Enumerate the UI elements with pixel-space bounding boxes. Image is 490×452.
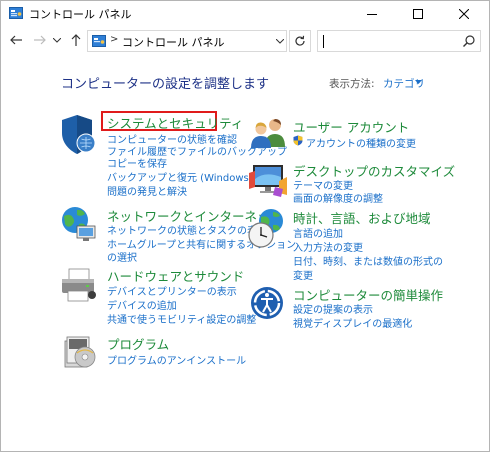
control-panel-icon (9, 7, 23, 19)
link-add-device[interactable]: デバイスの追加 (107, 297, 177, 312)
back-button[interactable] (7, 31, 25, 49)
chevron-down-icon (53, 37, 61, 43)
uac-shield-icon (293, 135, 303, 146)
arrow-up-icon (71, 34, 81, 46)
link-mobility-settings[interactable]: 共通で使うモビリティ設定の調整 (107, 311, 256, 326)
arrow-left-icon (10, 35, 22, 45)
link-screen-resolution[interactable]: 画面の解像度の調整 (293, 190, 383, 205)
category-programs[interactable]: プログラム (107, 334, 169, 353)
chevron-down-icon (276, 38, 284, 44)
accessibility-icon[interactable] (249, 285, 289, 325)
search-icon[interactable] (462, 34, 476, 48)
link-add-language[interactable]: 言語の追加 (293, 225, 343, 240)
category-user-accounts[interactable]: ユーザー アカウント (293, 117, 409, 136)
link-homegroup-cont[interactable]: の選択 (107, 249, 137, 264)
refresh-icon (295, 35, 305, 46)
window-title: コントロール パネル (29, 8, 132, 21)
control-panel-window: コントロール パネル > コントロール パネル コンピューターの設定を調整します… (0, 0, 490, 452)
text-cursor (323, 35, 324, 48)
shield-icon[interactable] (59, 113, 99, 154)
refresh-button[interactable] (289, 30, 311, 52)
clock-globe-icon[interactable] (247, 207, 287, 248)
search-input[interactable] (317, 30, 481, 52)
navigation-bar: > コントロール パネル (1, 27, 489, 55)
minimize-button[interactable] (349, 1, 395, 27)
recent-locations-button[interactable] (51, 31, 63, 49)
forward-button[interactable] (31, 31, 49, 49)
category-system-security[interactable]: システムとセキュリティ (107, 113, 243, 132)
view-by-dropdown-arrow[interactable] (415, 79, 422, 87)
title-bar: コントロール パネル (1, 1, 489, 27)
control-panel-icon (92, 35, 106, 47)
printer-icon[interactable] (59, 265, 99, 305)
link-change-date-format[interactable]: 日付、時刻、または数値の形式の (293, 253, 443, 268)
link-change-account-type[interactable]: アカウントの種類の変更 (306, 135, 416, 150)
view-by-label: 表示方法: (329, 78, 375, 90)
arrow-right-icon (34, 35, 46, 45)
link-optimize-display[interactable]: 視覚ディスプレイの最適化 (293, 315, 412, 330)
network-globe-icon[interactable] (59, 204, 99, 244)
link-backup-restore[interactable]: バックアップと復元 (Windows 7) (107, 169, 262, 184)
users-icon[interactable] (249, 115, 289, 155)
link-devices-printers[interactable]: デバイスとプリンターの表示 (107, 283, 237, 298)
programs-icon[interactable] (63, 333, 103, 373)
link-troubleshoot[interactable]: 問題の発見と解決 (107, 183, 187, 198)
link-uninstall-program[interactable]: プログラムのアンインストール (107, 352, 246, 367)
monitor-icon[interactable] (249, 159, 289, 199)
link-change-input-method[interactable]: 入力方法の変更 (293, 239, 363, 254)
triangle-down-icon (415, 80, 422, 84)
maximize-button[interactable] (395, 1, 441, 27)
link-change-date-format-cont[interactable]: 変更 (293, 267, 313, 282)
maximize-icon (413, 9, 423, 19)
page-title: コンピューターの設定を調整します (61, 77, 270, 92)
breadcrumb-separator[interactable]: > (110, 34, 118, 45)
link-network-status[interactable]: ネットワークの状態とタスクの表示 (107, 222, 267, 237)
link-file-history-cont[interactable]: コピーを保存 (107, 155, 167, 170)
link-suggested-settings[interactable]: 設定の提案の表示 (293, 301, 373, 316)
address-bar[interactable]: > コントロール パネル (87, 30, 287, 52)
minimize-icon (367, 14, 377, 15)
breadcrumb[interactable]: コントロール パネル (122, 34, 225, 50)
close-button[interactable] (441, 1, 487, 27)
up-button[interactable] (67, 31, 85, 49)
address-dropdown-button[interactable] (274, 34, 286, 48)
close-icon (459, 9, 469, 19)
